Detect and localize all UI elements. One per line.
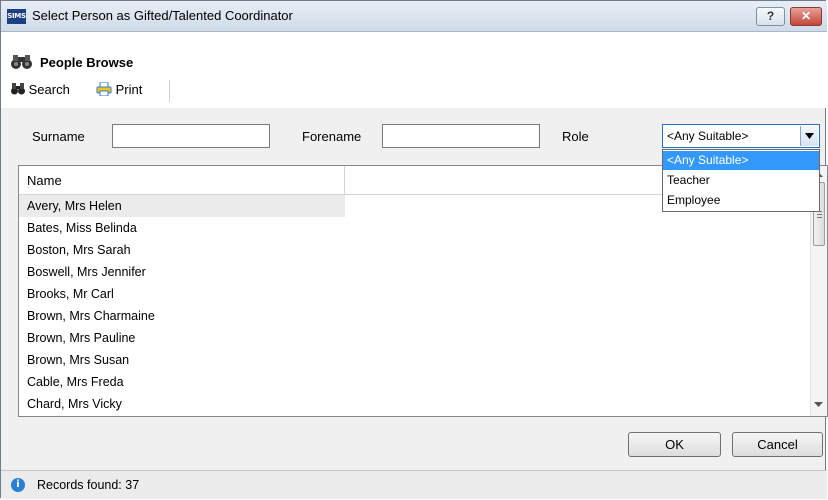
- sims-app-icon: SIMS: [7, 9, 26, 24]
- browse-title: People Browse: [40, 55, 134, 70]
- binoculars-icon: [11, 55, 32, 69]
- ok-button[interactable]: OK: [628, 432, 721, 457]
- role-option-employee[interactable]: Employee: [663, 191, 819, 210]
- search-button[interactable]: Search: [11, 82, 70, 97]
- role-label: Role: [562, 129, 589, 144]
- help-button[interactable]: ?: [756, 7, 785, 26]
- toolbar-separator: [169, 80, 170, 102]
- forename-input[interactable]: [382, 124, 540, 148]
- cancel-button[interactable]: Cancel: [732, 432, 823, 457]
- binoculars-small-icon: [11, 83, 25, 95]
- title-bar[interactable]: SIMS Select Person as Gifted/Talented Co…: [1, 1, 827, 32]
- role-option-teacher[interactable]: Teacher: [663, 171, 819, 190]
- print-button[interactable]: Print: [96, 81, 143, 97]
- forename-label: Forename: [302, 129, 362, 144]
- table-row[interactable]: Brown, Mrs Pauline: [19, 327, 811, 349]
- role-select-value: <Any Suitable>: [667, 129, 749, 143]
- status-bar: i Records found: 37: [1, 471, 827, 499]
- table-row[interactable]: Brooks, Mr Carl: [19, 283, 811, 305]
- table-row[interactable]: Brown, Mrs Charmaine: [19, 305, 811, 327]
- scroll-down-arrow-icon[interactable]: [814, 402, 823, 407]
- surname-label: Surname: [32, 129, 85, 144]
- table-row[interactable]: Boston, Mrs Sarah: [19, 239, 811, 261]
- chevron-down-icon: [805, 133, 814, 139]
- window-title: Select Person as Gifted/Talented Coordin…: [32, 8, 293, 23]
- search-label: Search: [28, 82, 70, 97]
- table-row[interactable]: Bates, Miss Belinda: [19, 217, 811, 239]
- table-row[interactable]: Boswell, Mrs Jennifer: [19, 261, 811, 283]
- header-panel: People Browse Search Print: [1, 32, 827, 108]
- surname-input[interactable]: [112, 124, 270, 148]
- table-row[interactable]: Brown, Mrs Susan: [19, 349, 811, 371]
- close-button[interactable]: ✕: [790, 7, 822, 26]
- table-row[interactable]: Cable, Mrs Freda: [19, 371, 811, 393]
- role-select[interactable]: <Any Suitable>: [662, 124, 820, 148]
- info-icon: i: [11, 478, 25, 492]
- dialog-window: SIMS Select Person as Gifted/Talented Co…: [0, 0, 828, 499]
- role-dropdown-button[interactable]: [800, 126, 818, 146]
- print-label: Print: [115, 82, 143, 97]
- printer-icon: [96, 81, 112, 97]
- role-option-any-suitable[interactable]: <Any Suitable>: [663, 151, 819, 170]
- column-header-name[interactable]: Name: [19, 166, 345, 194]
- records-found-text: Records found: 37: [37, 478, 140, 492]
- table-row[interactable]: Chard, Mrs Vicky: [19, 393, 811, 415]
- role-dropdown-list: <Any Suitable> Teacher Employee: [662, 149, 820, 212]
